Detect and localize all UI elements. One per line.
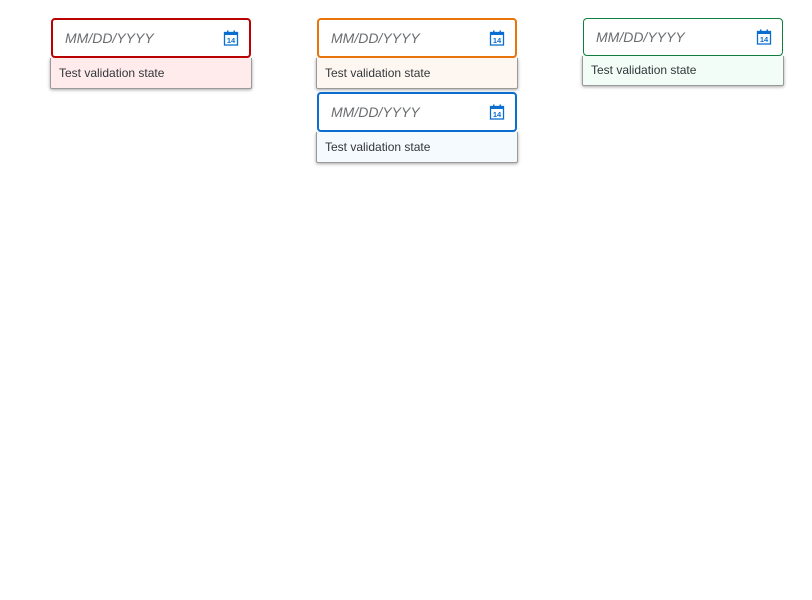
date-input-success[interactable] bbox=[584, 19, 782, 55]
date-input-warning[interactable] bbox=[319, 20, 515, 56]
date-input-error[interactable] bbox=[53, 20, 249, 56]
calendar-icon-day: 14 bbox=[760, 35, 769, 44]
calendar-icon[interactable]: 14 bbox=[223, 30, 239, 46]
date-picker-error: 14 Test validation state bbox=[50, 18, 252, 89]
date-picker-warning: 14 Test validation state bbox=[316, 18, 518, 89]
date-field-warning: 14 bbox=[317, 18, 517, 58]
date-picker-information: 14 Test validation state bbox=[316, 92, 518, 163]
validation-message-warning: Test validation state bbox=[316, 58, 518, 89]
validation-message-error: Test validation state bbox=[50, 58, 252, 89]
calendar-icon[interactable]: 14 bbox=[489, 30, 505, 46]
date-field-information: 14 bbox=[317, 92, 517, 132]
calendar-icon[interactable]: 14 bbox=[756, 29, 772, 45]
validation-message-success: Test validation state bbox=[582, 56, 784, 86]
date-input-information[interactable] bbox=[319, 94, 515, 130]
calendar-icon-day: 14 bbox=[493, 36, 502, 45]
calendar-icon[interactable]: 14 bbox=[489, 104, 505, 120]
date-field-error: 14 bbox=[51, 18, 251, 58]
date-field-success: 14 bbox=[583, 18, 783, 56]
calendar-icon-day: 14 bbox=[493, 110, 502, 119]
date-picker-success: 14 Test validation state bbox=[582, 18, 784, 86]
calendar-icon-day: 14 bbox=[227, 36, 236, 45]
validation-message-information: Test validation state bbox=[316, 132, 518, 163]
